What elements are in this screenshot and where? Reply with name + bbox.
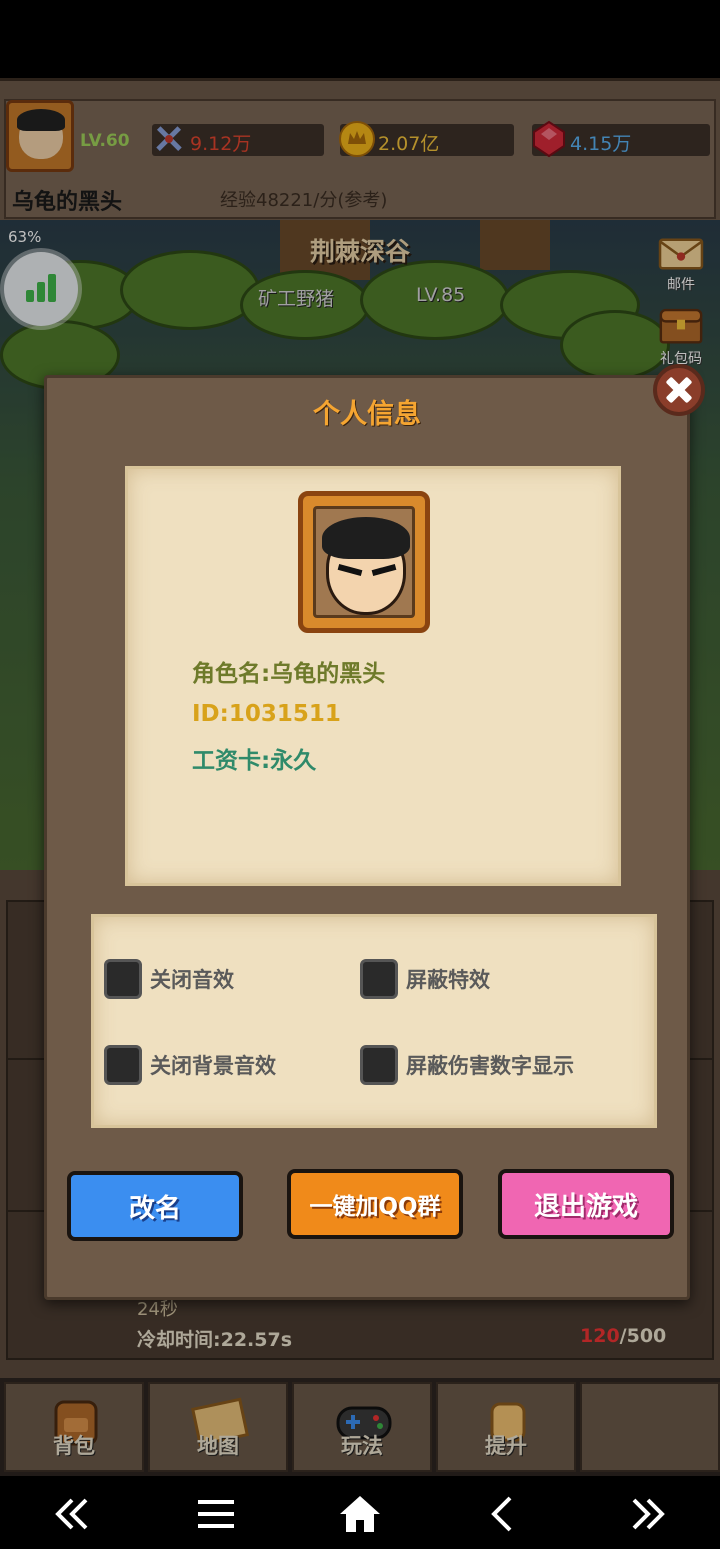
hide-effects-option[interactable]: 屏蔽特效 (360, 959, 490, 999)
menu-icon[interactable] (194, 1492, 238, 1536)
hide-effects-checkbox[interactable] (360, 959, 398, 999)
exit-game-button[interactable]: 退出游戏 (498, 1169, 674, 1239)
double-chevron-right-icon[interactable] (626, 1492, 670, 1536)
profile-avatar (298, 491, 430, 633)
hide-damage-checkbox[interactable] (360, 1045, 398, 1085)
mute-bgm-option[interactable]: 关闭背景音效 (104, 1045, 276, 1085)
settings-card: 关闭音效 屏蔽特效 关闭背景音效 屏蔽伤害数字显示 (91, 914, 657, 1128)
double-chevron-left-icon[interactable] (50, 1492, 94, 1536)
mute-bgm-label: 关闭背景音效 (150, 1054, 276, 1078)
back-chevron-icon[interactable] (482, 1492, 526, 1536)
system-nav-bar (0, 1476, 720, 1549)
mute-sfx-label: 关闭音效 (150, 968, 234, 992)
personal-info-dialog: 个人信息 角色名:乌龟的黑头 ID:1031511 工资卡:永久 关闭音效 屏蔽… (44, 364, 705, 1300)
rename-button[interactable]: 改名 (67, 1171, 243, 1241)
mute-bgm-checkbox[interactable] (104, 1045, 142, 1085)
wage-card-status: 工资卡:永久 (192, 748, 317, 774)
player-id: ID:1031511 (192, 701, 341, 727)
dialog-title: 个人信息 (313, 399, 421, 430)
home-icon[interactable] (338, 1492, 382, 1536)
hide-damage-label: 屏蔽伤害数字显示 (406, 1054, 574, 1078)
role-name: 角色名:乌龟的黑头 (192, 661, 386, 687)
mute-sfx-option[interactable]: 关闭音效 (104, 959, 234, 999)
hide-effects-label: 屏蔽特效 (406, 968, 490, 992)
status-bar (0, 0, 720, 78)
hide-damage-option[interactable]: 屏蔽伤害数字显示 (360, 1045, 574, 1085)
mute-sfx-checkbox[interactable] (104, 959, 142, 999)
join-qq-group-button[interactable]: 一键加QQ群 (287, 1169, 463, 1239)
close-icon[interactable] (653, 364, 705, 416)
profile-card: 角色名:乌龟的黑头 ID:1031511 工资卡:永久 (125, 466, 621, 886)
